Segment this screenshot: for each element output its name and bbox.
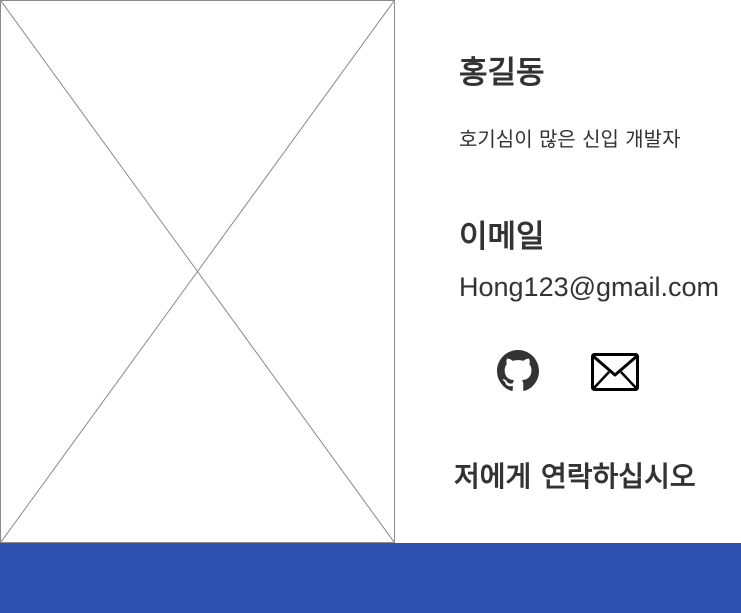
envelope-icon <box>591 353 639 391</box>
github-icon <box>497 350 539 391</box>
footer-bar <box>0 543 741 613</box>
profile-image-placeholder <box>0 0 395 543</box>
email-address: Hong123@gmail.com <box>459 272 720 302</box>
profile-page: 홍길동 호기심이 많은 신입 개발자 이메일 Hong123@gmail.com… <box>0 0 741 613</box>
profile-tagline: 호기심이 많은 신입 개발자 <box>459 127 681 151</box>
image-placeholder-icon <box>1 1 394 542</box>
email-link[interactable] <box>591 353 639 391</box>
email-heading: 이메일 <box>459 219 545 255</box>
contact-me-button[interactable]: 저에게 연락하십시오 <box>454 455 696 495</box>
github-link[interactable] <box>497 350 539 392</box>
profile-name: 홍길동 <box>459 55 545 91</box>
